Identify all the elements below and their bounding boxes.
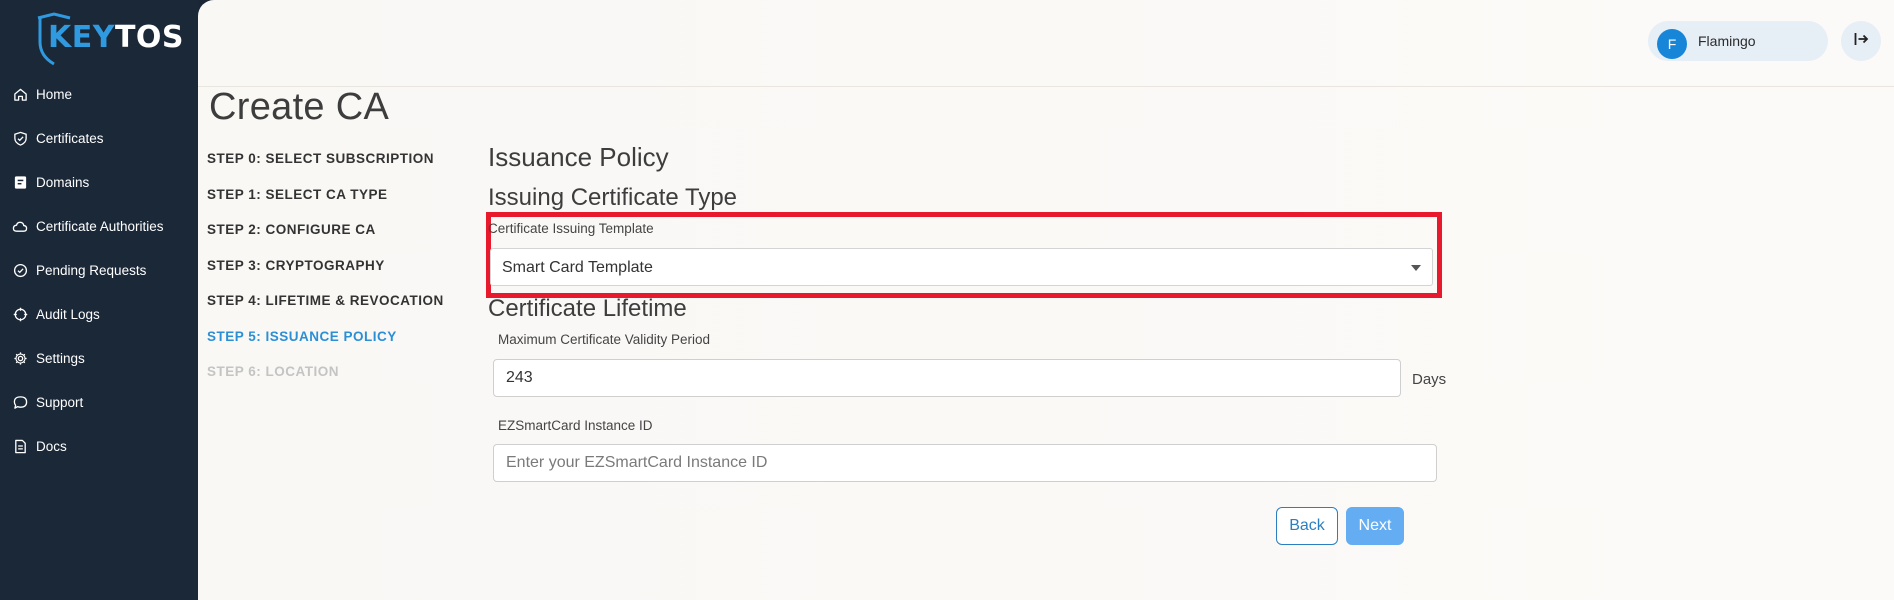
issuing-type-title: Issuing Certificate Type xyxy=(488,184,738,211)
sidebar-item-docs[interactable]: Docs xyxy=(0,430,198,462)
user-name: Flamingo xyxy=(1698,33,1756,49)
validity-input[interactable] xyxy=(493,359,1401,397)
sidebar-item-certificates[interactable]: Certificates xyxy=(0,122,198,154)
sidebar-item-audit-logs[interactable]: Audit Logs xyxy=(0,298,198,330)
logo-tos: TOS xyxy=(114,20,185,55)
sidebar: KEYTOS Home Certificates Domains Certifi… xyxy=(0,0,198,600)
step-1[interactable]: STEP 1: SELECT CA TYPE xyxy=(207,187,388,202)
cloud-icon xyxy=(12,218,28,234)
chat-bubble-icon xyxy=(12,394,28,410)
logout-button[interactable] xyxy=(1841,21,1881,61)
user-menu[interactable]: F Flamingo xyxy=(1648,21,1828,61)
validity-label: Maximum Certificate Validity Period xyxy=(498,332,711,347)
back-button[interactable]: Back xyxy=(1276,507,1338,545)
sidebar-item-support[interactable]: Support xyxy=(0,386,198,418)
sidebar-item-label: Support xyxy=(36,394,84,410)
step-3[interactable]: STEP 3: CRYPTOGRAPHY xyxy=(207,258,385,273)
crosshair-icon xyxy=(12,306,28,322)
validity-suffix: Days xyxy=(1412,371,1447,388)
sidebar-item-label: Pending Requests xyxy=(36,262,147,278)
sidebar-item-home[interactable]: Home xyxy=(0,78,198,110)
sidebar-item-certificate-authorities[interactable]: Certificate Authorities xyxy=(0,210,198,242)
sidebar-item-label: Domains xyxy=(36,174,90,190)
sidebar-item-pending-requests[interactable]: Pending Requests xyxy=(0,254,198,286)
page-title: Create CA xyxy=(209,86,390,128)
lifetime-title: Certificate Lifetime xyxy=(488,295,687,322)
keytos-logo[interactable]: KEYTOS xyxy=(34,12,184,66)
logo-key: KEY xyxy=(48,20,115,55)
logo-text: KEYTOS xyxy=(48,20,184,55)
section-title: Issuance Policy xyxy=(488,142,669,172)
domain-book-icon xyxy=(12,174,28,190)
step-4[interactable]: STEP 4: LIFETIME & REVOCATION xyxy=(207,293,444,308)
home-icon xyxy=(12,86,28,102)
template-select-value: Smart Card Template xyxy=(502,259,653,276)
sidebar-item-domains[interactable]: Domains xyxy=(0,166,198,198)
template-label: Certificate Issuing Template xyxy=(488,221,654,236)
sidebar-item-label: Certificate Authorities xyxy=(36,218,164,234)
main-content: F Flamingo Create CA STEP 0: SELECT SUBS… xyxy=(198,0,1894,600)
avatar: F xyxy=(1657,29,1687,59)
sidebar-item-label: Certificates xyxy=(36,130,104,146)
gear-icon xyxy=(12,350,28,366)
sidebar-item-label: Docs xyxy=(36,438,67,454)
step-5-active[interactable]: STEP 5: ISSUANCE POLICY xyxy=(207,329,397,344)
instance-label: EZSmartCard Instance ID xyxy=(498,418,653,433)
logout-icon xyxy=(1853,31,1869,52)
check-circle-icon xyxy=(12,262,28,278)
header-divider xyxy=(198,86,1894,87)
document-icon xyxy=(12,438,28,454)
template-select[interactable]: Smart Card Template xyxy=(490,248,1433,286)
next-button[interactable]: Next xyxy=(1346,507,1404,545)
sidebar-item-settings[interactable]: Settings xyxy=(0,342,198,374)
step-6-disabled: STEP 6: LOCATION xyxy=(207,364,340,379)
sidebar-item-label: Home xyxy=(36,86,73,102)
step-0[interactable]: STEP 0: SELECT SUBSCRIPTION xyxy=(207,151,434,166)
instance-id-input[interactable] xyxy=(493,444,1437,482)
sidebar-item-label: Settings xyxy=(36,350,85,366)
sidebar-item-label: Audit Logs xyxy=(36,306,100,322)
step-2[interactable]: STEP 2: CONFIGURE CA xyxy=(207,222,376,237)
chevron-down-icon xyxy=(1411,265,1421,271)
shield-check-icon xyxy=(12,130,28,146)
